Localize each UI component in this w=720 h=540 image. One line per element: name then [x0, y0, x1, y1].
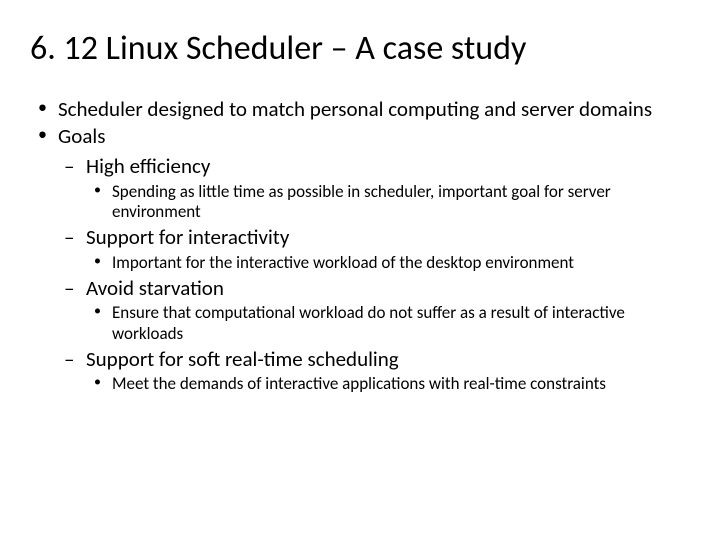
list-item: Spending as little time as possible in s…: [86, 182, 690, 223]
list-item-label: Goals: [58, 123, 105, 149]
list-item: Avoid starvation Ensure that computation…: [58, 275, 690, 344]
sub-sub-list: Important for the interactive workload o…: [86, 253, 690, 273]
list-item-label: High efficiency: [86, 153, 210, 179]
list-item-label: Support for interactivity: [86, 224, 289, 250]
sub-list: High efficiency Spending as little time …: [58, 153, 690, 394]
list-item-label: Avoid starvation: [86, 275, 224, 301]
list-item: Goals High efficiency Spending as little…: [30, 124, 690, 395]
slide-title: 6. 12 Linux Scheduler – A case study: [30, 28, 690, 69]
sub-sub-list: Spending as little time as possible in s…: [86, 182, 690, 223]
list-item: Support for interactivity Important for …: [58, 224, 690, 273]
bullet-list: Scheduler designed to match personal com…: [30, 97, 690, 395]
list-item-label: Support for soft real-time scheduling: [86, 346, 399, 372]
list-item: Important for the interactive workload o…: [86, 253, 690, 273]
sub-sub-list: Ensure that computational workload do no…: [86, 303, 690, 344]
list-item: Scheduler designed to match personal com…: [30, 97, 690, 122]
sub-sub-list: Meet the demands of interactive applicat…: [86, 374, 690, 394]
list-item: High efficiency Spending as little time …: [58, 153, 690, 222]
list-item: Ensure that computational workload do no…: [86, 303, 690, 344]
list-item: Support for soft real-time scheduling Me…: [58, 346, 690, 395]
list-item: Meet the demands of interactive applicat…: [86, 374, 690, 394]
